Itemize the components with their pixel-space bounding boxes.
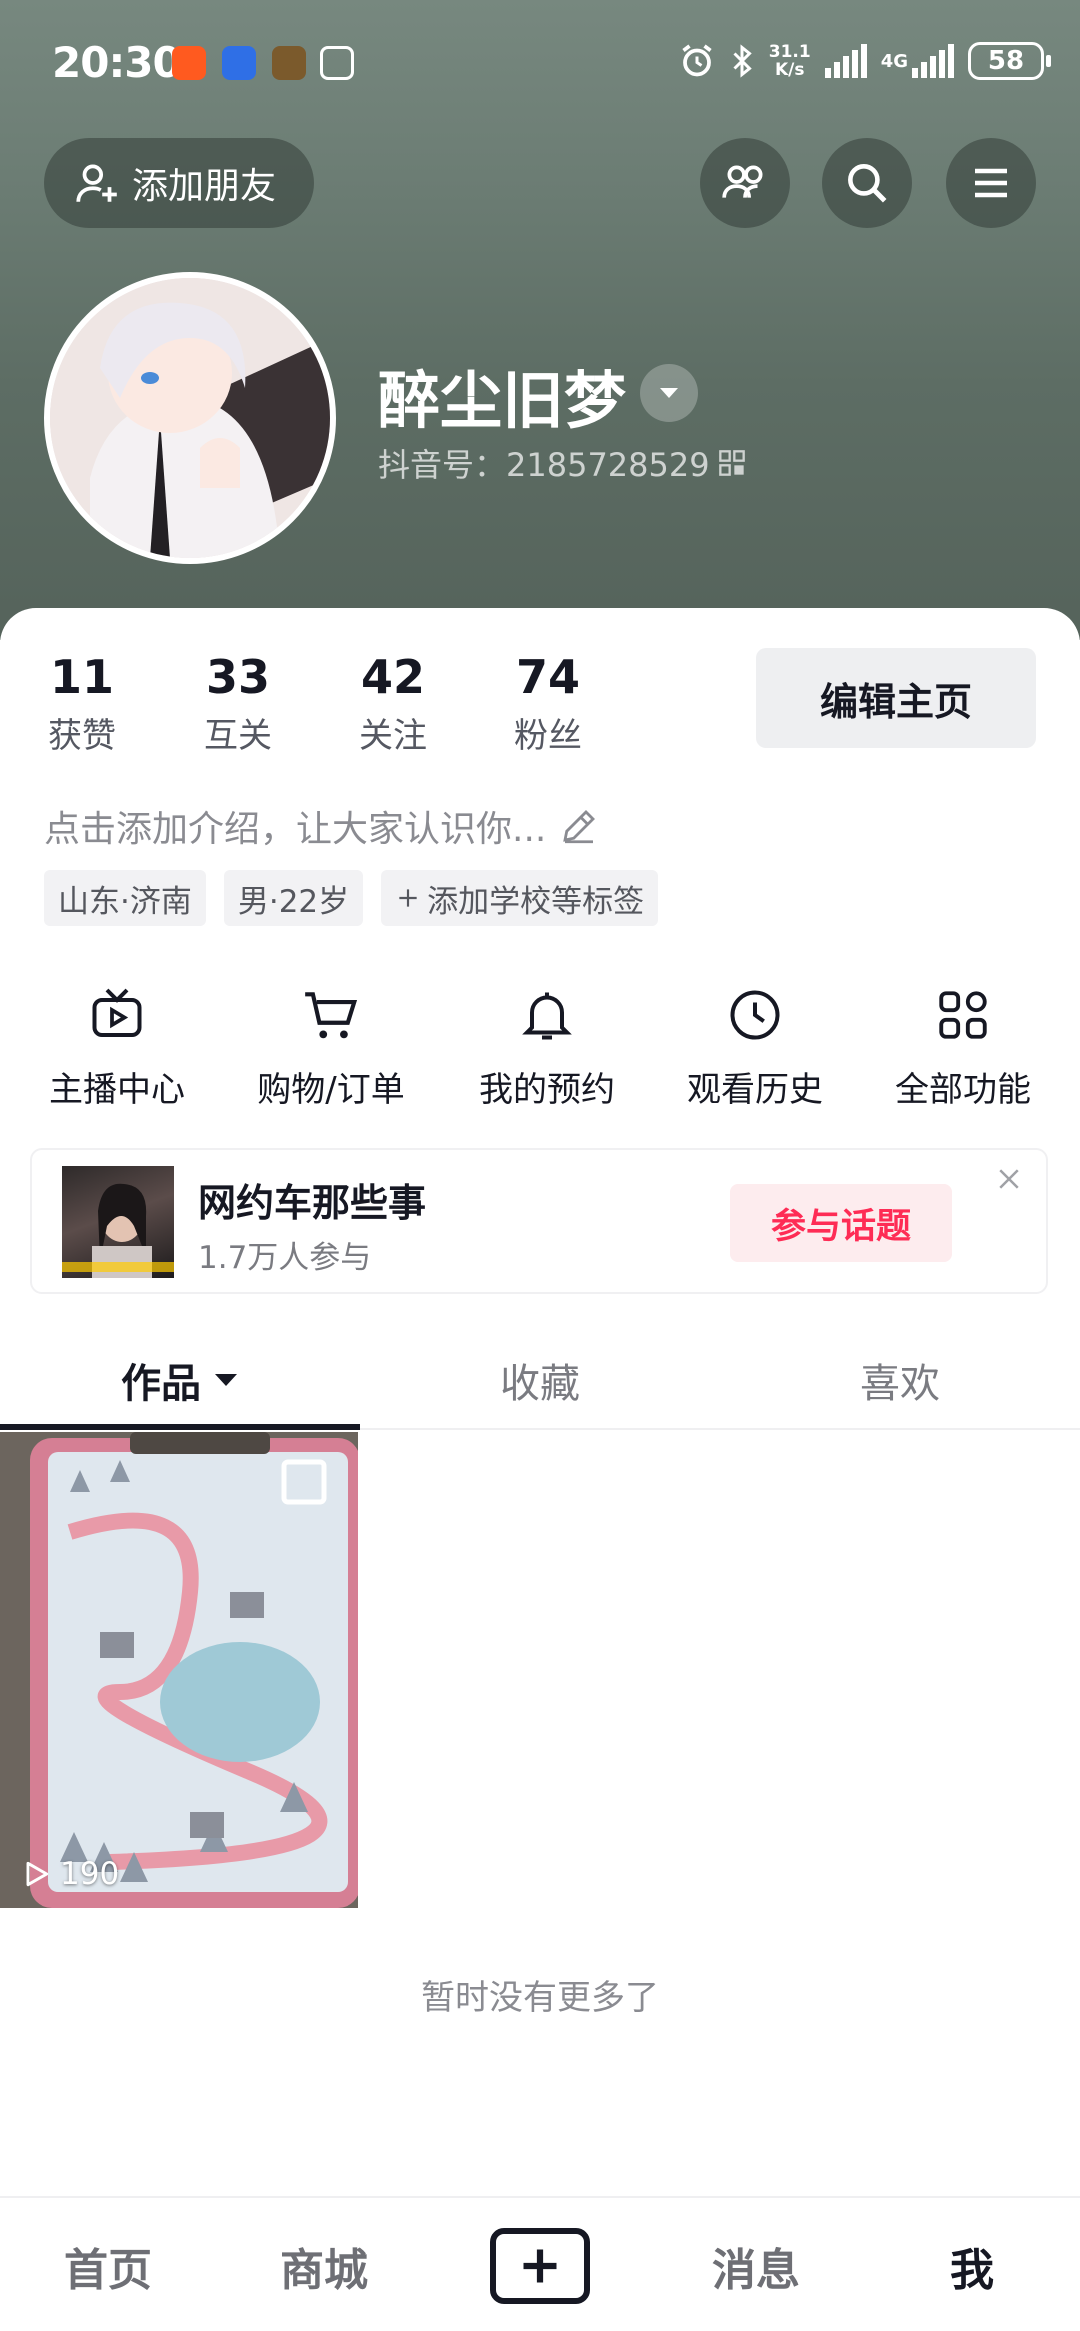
stat-label: 互关 xyxy=(204,716,272,756)
signal-icon xyxy=(912,44,954,78)
play-icon xyxy=(26,1861,49,1887)
nav-me[interactable]: 我 xyxy=(864,2198,1080,2331)
chevron-down-icon xyxy=(660,388,678,398)
edit-pencil-icon xyxy=(563,810,596,844)
alarm-icon xyxy=(682,44,712,77)
gender-age-tag: 男·22岁 xyxy=(223,870,364,926)
profile-tags: 山东·济南 男·22岁 添加学校等标签 xyxy=(44,870,659,926)
status-time: 20:30 xyxy=(52,38,182,87)
caret-down-icon xyxy=(215,1374,237,1386)
search-button[interactable] xyxy=(822,138,912,228)
tv-icon xyxy=(92,988,142,1037)
close-icon xyxy=(999,1169,1019,1189)
tab-works[interactable]: 作品 xyxy=(0,1330,360,1430)
shortcut-streamer-center[interactable]: 主播中心 xyxy=(22,980,212,1111)
clock-icon xyxy=(730,990,780,1040)
no-more-content-text: 暂时没有更多了 xyxy=(421,1978,659,2018)
bottom-navigation: 首页 商城 消息 我 xyxy=(0,2196,1080,2331)
tab-likes[interactable]: 喜欢 xyxy=(720,1330,1080,1430)
menu-icon xyxy=(975,168,1007,198)
plus-icon xyxy=(399,889,417,907)
account-switch-button[interactable] xyxy=(640,364,698,422)
signal-icon xyxy=(824,44,867,78)
app-notification-icon xyxy=(222,46,256,80)
app-notification-icon xyxy=(172,46,206,80)
add-friend-label: 添加朋友 xyxy=(132,166,277,207)
douyin-id[interactable]: 抖音号：2185728529 xyxy=(378,440,746,486)
network-type: 4G xyxy=(880,50,908,72)
video-thumbnail[interactable]: 190 xyxy=(0,1432,358,1908)
stat-value: 74 xyxy=(515,650,580,704)
cart-icon xyxy=(305,992,358,1039)
plus-icon xyxy=(523,2249,557,2283)
close-banner-button[interactable] xyxy=(994,1164,1024,1198)
friends-button[interactable] xyxy=(700,138,790,228)
stat-label: 关注 xyxy=(359,716,427,756)
menu-button[interactable] xyxy=(946,138,1036,228)
avatar[interactable] xyxy=(44,272,336,564)
join-topic-button[interactable]: 参与话题 xyxy=(730,1184,952,1262)
active-tab-indicator xyxy=(0,1424,360,1430)
nav-home[interactable]: 首页 xyxy=(0,2198,216,2331)
bluetooth-icon xyxy=(733,44,752,78)
stat-likes[interactable]: 11 获赞 xyxy=(22,650,142,757)
bio-placeholder[interactable]: 点击添加介绍，让大家认识你... xyxy=(44,800,600,852)
create-post-button[interactable] xyxy=(490,2228,590,2304)
stat-value: 33 xyxy=(205,650,270,704)
network-speed: 31.1 K/s xyxy=(768,42,811,80)
shortcut-orders[interactable]: 购物/订单 xyxy=(236,980,426,1111)
stat-value: 11 xyxy=(49,650,114,704)
shortcut-row: 主播中心 购物/订单 我的预约 观看历史 全部功能 xyxy=(0,980,1080,1120)
stat-label: 获赞 xyxy=(48,716,116,756)
app-notification-icon xyxy=(272,46,306,80)
bell-icon xyxy=(522,992,572,1040)
location-tag: 山东·济南 xyxy=(44,870,206,926)
add-tag-button[interactable]: 添加学校等标签 xyxy=(381,870,659,926)
stat-following[interactable]: 42 关注 xyxy=(333,650,453,757)
content-tabs: 作品 收藏 喜欢 xyxy=(0,1330,1080,1430)
shortcut-all-features[interactable]: 全部功能 xyxy=(868,980,1058,1111)
qr-code-icon xyxy=(718,450,745,476)
topic-participants: 1.7万人参与 xyxy=(198,1240,372,1276)
nav-mall[interactable]: 商城 xyxy=(216,2198,432,2331)
add-user-icon xyxy=(76,164,117,202)
topic-thumbnail xyxy=(62,1166,174,1278)
bio-text: 点击添加介绍，让大家认识你... xyxy=(44,809,547,850)
tab-favorites[interactable]: 收藏 xyxy=(360,1330,720,1430)
douyin-id-text: 抖音号：2185728529 xyxy=(378,446,710,484)
nfc-icon xyxy=(320,46,354,80)
status-bar: 20:30 31.1 K/s 4G 58 xyxy=(0,0,1080,124)
stat-followers[interactable]: 74 粉丝 xyxy=(488,650,608,757)
topic-title: 网约车那些事 xyxy=(198,1181,427,1225)
stat-mutual[interactable]: 33 互关 xyxy=(178,650,298,757)
stat-label: 粉丝 xyxy=(514,716,582,756)
shortcut-reservations[interactable]: 我的预约 xyxy=(452,980,642,1111)
grid-icon xyxy=(939,991,987,1039)
friends-icon xyxy=(722,165,763,198)
battery-indicator: 58 xyxy=(968,42,1051,80)
nickname: 醉尘旧梦 xyxy=(378,364,627,437)
shortcut-watch-history[interactable]: 观看历史 xyxy=(660,980,850,1111)
avatar-image xyxy=(50,278,330,558)
search-icon xyxy=(848,164,887,203)
play-count: 190 xyxy=(20,1856,119,1892)
video-cover-image xyxy=(0,1432,358,1908)
topic-banner[interactable]: 网约车那些事 1.7万人参与 参与话题 xyxy=(30,1148,1048,1294)
stat-value: 42 xyxy=(360,650,425,704)
add-friend-button[interactable]: 添加朋友 xyxy=(44,138,314,228)
edit-profile-button[interactable]: 编辑主页 xyxy=(756,648,1036,748)
nav-messages[interactable]: 消息 xyxy=(648,2198,864,2331)
